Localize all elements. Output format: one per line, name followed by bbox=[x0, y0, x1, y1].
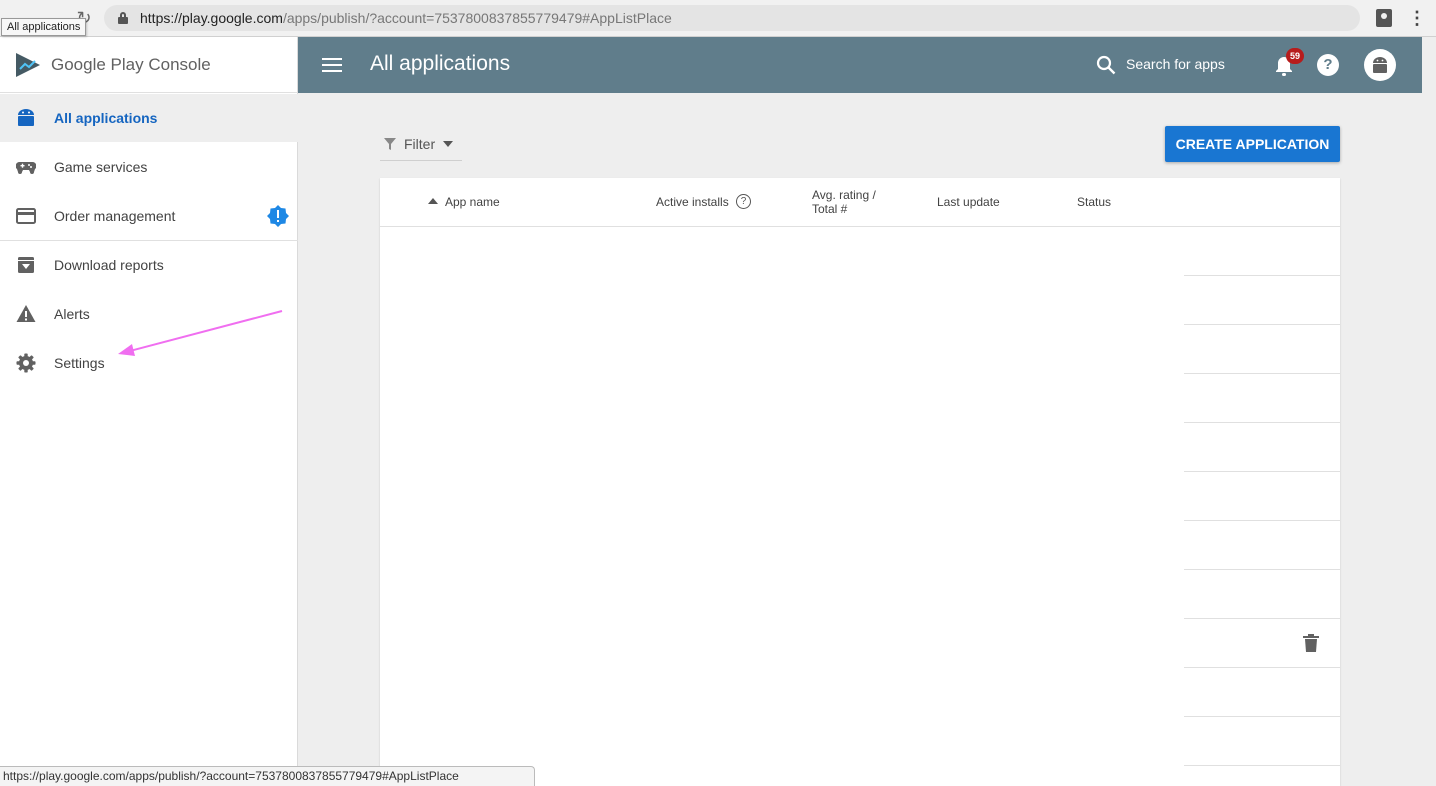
alert-badge-icon bbox=[267, 205, 289, 227]
sidebar-item-label: Download reports bbox=[54, 257, 164, 273]
column-avg-rating[interactable]: Avg. rating / bbox=[812, 188, 876, 202]
app-header: All applications Search for apps 59 ? bbox=[298, 37, 1422, 93]
address-bar[interactable]: https://play.google.com/apps/publish/?ac… bbox=[104, 5, 1360, 31]
download-box-icon bbox=[18, 257, 34, 273]
help-icon[interactable]: ? bbox=[1317, 54, 1339, 76]
table-header: App name Active installs ? Avg. rating /… bbox=[380, 178, 1340, 227]
column-last-update[interactable]: Last update bbox=[937, 195, 1000, 209]
sidebar: Google Play Console All applications Gam… bbox=[0, 37, 298, 786]
table-row[interactable] bbox=[1184, 569, 1340, 570]
filter-funnel-icon bbox=[384, 138, 396, 150]
extension-icon[interactable] bbox=[1376, 9, 1392, 27]
sidebar-item-order-management[interactable]: Order management bbox=[0, 192, 298, 240]
sidebar-item-label: Game services bbox=[54, 159, 148, 175]
caret-down-icon bbox=[443, 141, 453, 147]
table-row[interactable] bbox=[1184, 520, 1340, 521]
table-row[interactable] bbox=[1184, 765, 1340, 766]
page-title: All applications bbox=[370, 52, 511, 75]
table-row[interactable] bbox=[1184, 275, 1340, 276]
warning-icon bbox=[16, 305, 36, 322]
filter-label: Filter bbox=[404, 136, 436, 152]
brand-name: Google Play Console bbox=[51, 55, 211, 74]
search-apps-button[interactable]: Search for apps bbox=[1126, 56, 1225, 72]
status-bar-url: https://play.google.com/apps/publish/?ac… bbox=[0, 766, 535, 786]
table-row[interactable] bbox=[1184, 471, 1340, 472]
table-row[interactable] bbox=[1184, 373, 1340, 374]
brand-header[interactable]: Google Play Console bbox=[0, 37, 298, 93]
help-circle-icon[interactable]: ? bbox=[736, 194, 751, 209]
table-row[interactable] bbox=[1184, 324, 1340, 325]
menu-icon[interactable] bbox=[322, 58, 342, 72]
create-application-button[interactable]: CREATE APPLICATION bbox=[1165, 126, 1340, 162]
lock-icon bbox=[118, 12, 128, 24]
gear-icon bbox=[16, 353, 36, 373]
column-total: Total # bbox=[812, 202, 848, 216]
column-active-installs[interactable]: Active installs bbox=[656, 195, 729, 209]
sidebar-item-label: Settings bbox=[54, 355, 105, 371]
url-text: https://play.google.com/apps/publish/?ac… bbox=[140, 10, 672, 26]
android-icon bbox=[18, 109, 34, 126]
annotation-arrow bbox=[118, 310, 283, 356]
credit-card-icon bbox=[16, 208, 36, 224]
apps-table: App name Active installs ? Avg. rating /… bbox=[380, 178, 1340, 786]
sidebar-item-label: All applications bbox=[54, 110, 158, 126]
delete-trash-icon[interactable] bbox=[1303, 634, 1319, 652]
filter-dropdown[interactable]: Filter bbox=[380, 128, 462, 161]
table-row[interactable] bbox=[1184, 422, 1340, 423]
column-app-name[interactable]: App name bbox=[445, 195, 500, 209]
table-row[interactable] bbox=[1184, 716, 1340, 717]
sidebar-item-label: Order management bbox=[54, 208, 176, 224]
sidebar-item-game-services[interactable]: Game services bbox=[0, 143, 298, 191]
sort-ascending-icon[interactable] bbox=[428, 198, 438, 204]
play-console-logo-icon bbox=[16, 53, 40, 77]
tooltip: All applications bbox=[1, 18, 87, 36]
notification-count-badge: 59 bbox=[1286, 48, 1304, 64]
sidebar-item-label: Alerts bbox=[54, 306, 90, 322]
sidebar-item-all-applications[interactable]: All applications bbox=[0, 94, 298, 142]
sidebar-item-download-reports[interactable]: Download reports bbox=[0, 241, 298, 289]
column-status[interactable]: Status bbox=[1077, 195, 1111, 209]
avatar[interactable] bbox=[1364, 49, 1396, 81]
table-row[interactable] bbox=[1184, 618, 1340, 619]
android-avatar-icon bbox=[1373, 57, 1387, 73]
url-path: /apps/publish/?account=75378008378557794… bbox=[282, 10, 672, 26]
browser-toolbar: ← → ↻ https://play.google.com/apps/publi… bbox=[0, 0, 1436, 37]
gamepad-icon bbox=[16, 161, 36, 174]
url-host: https://play.google.com bbox=[140, 10, 283, 26]
browser-menu-icon[interactable]: ⋮ bbox=[1408, 6, 1426, 30]
table-row[interactable] bbox=[1184, 667, 1340, 668]
search-icon[interactable] bbox=[1096, 55, 1116, 75]
